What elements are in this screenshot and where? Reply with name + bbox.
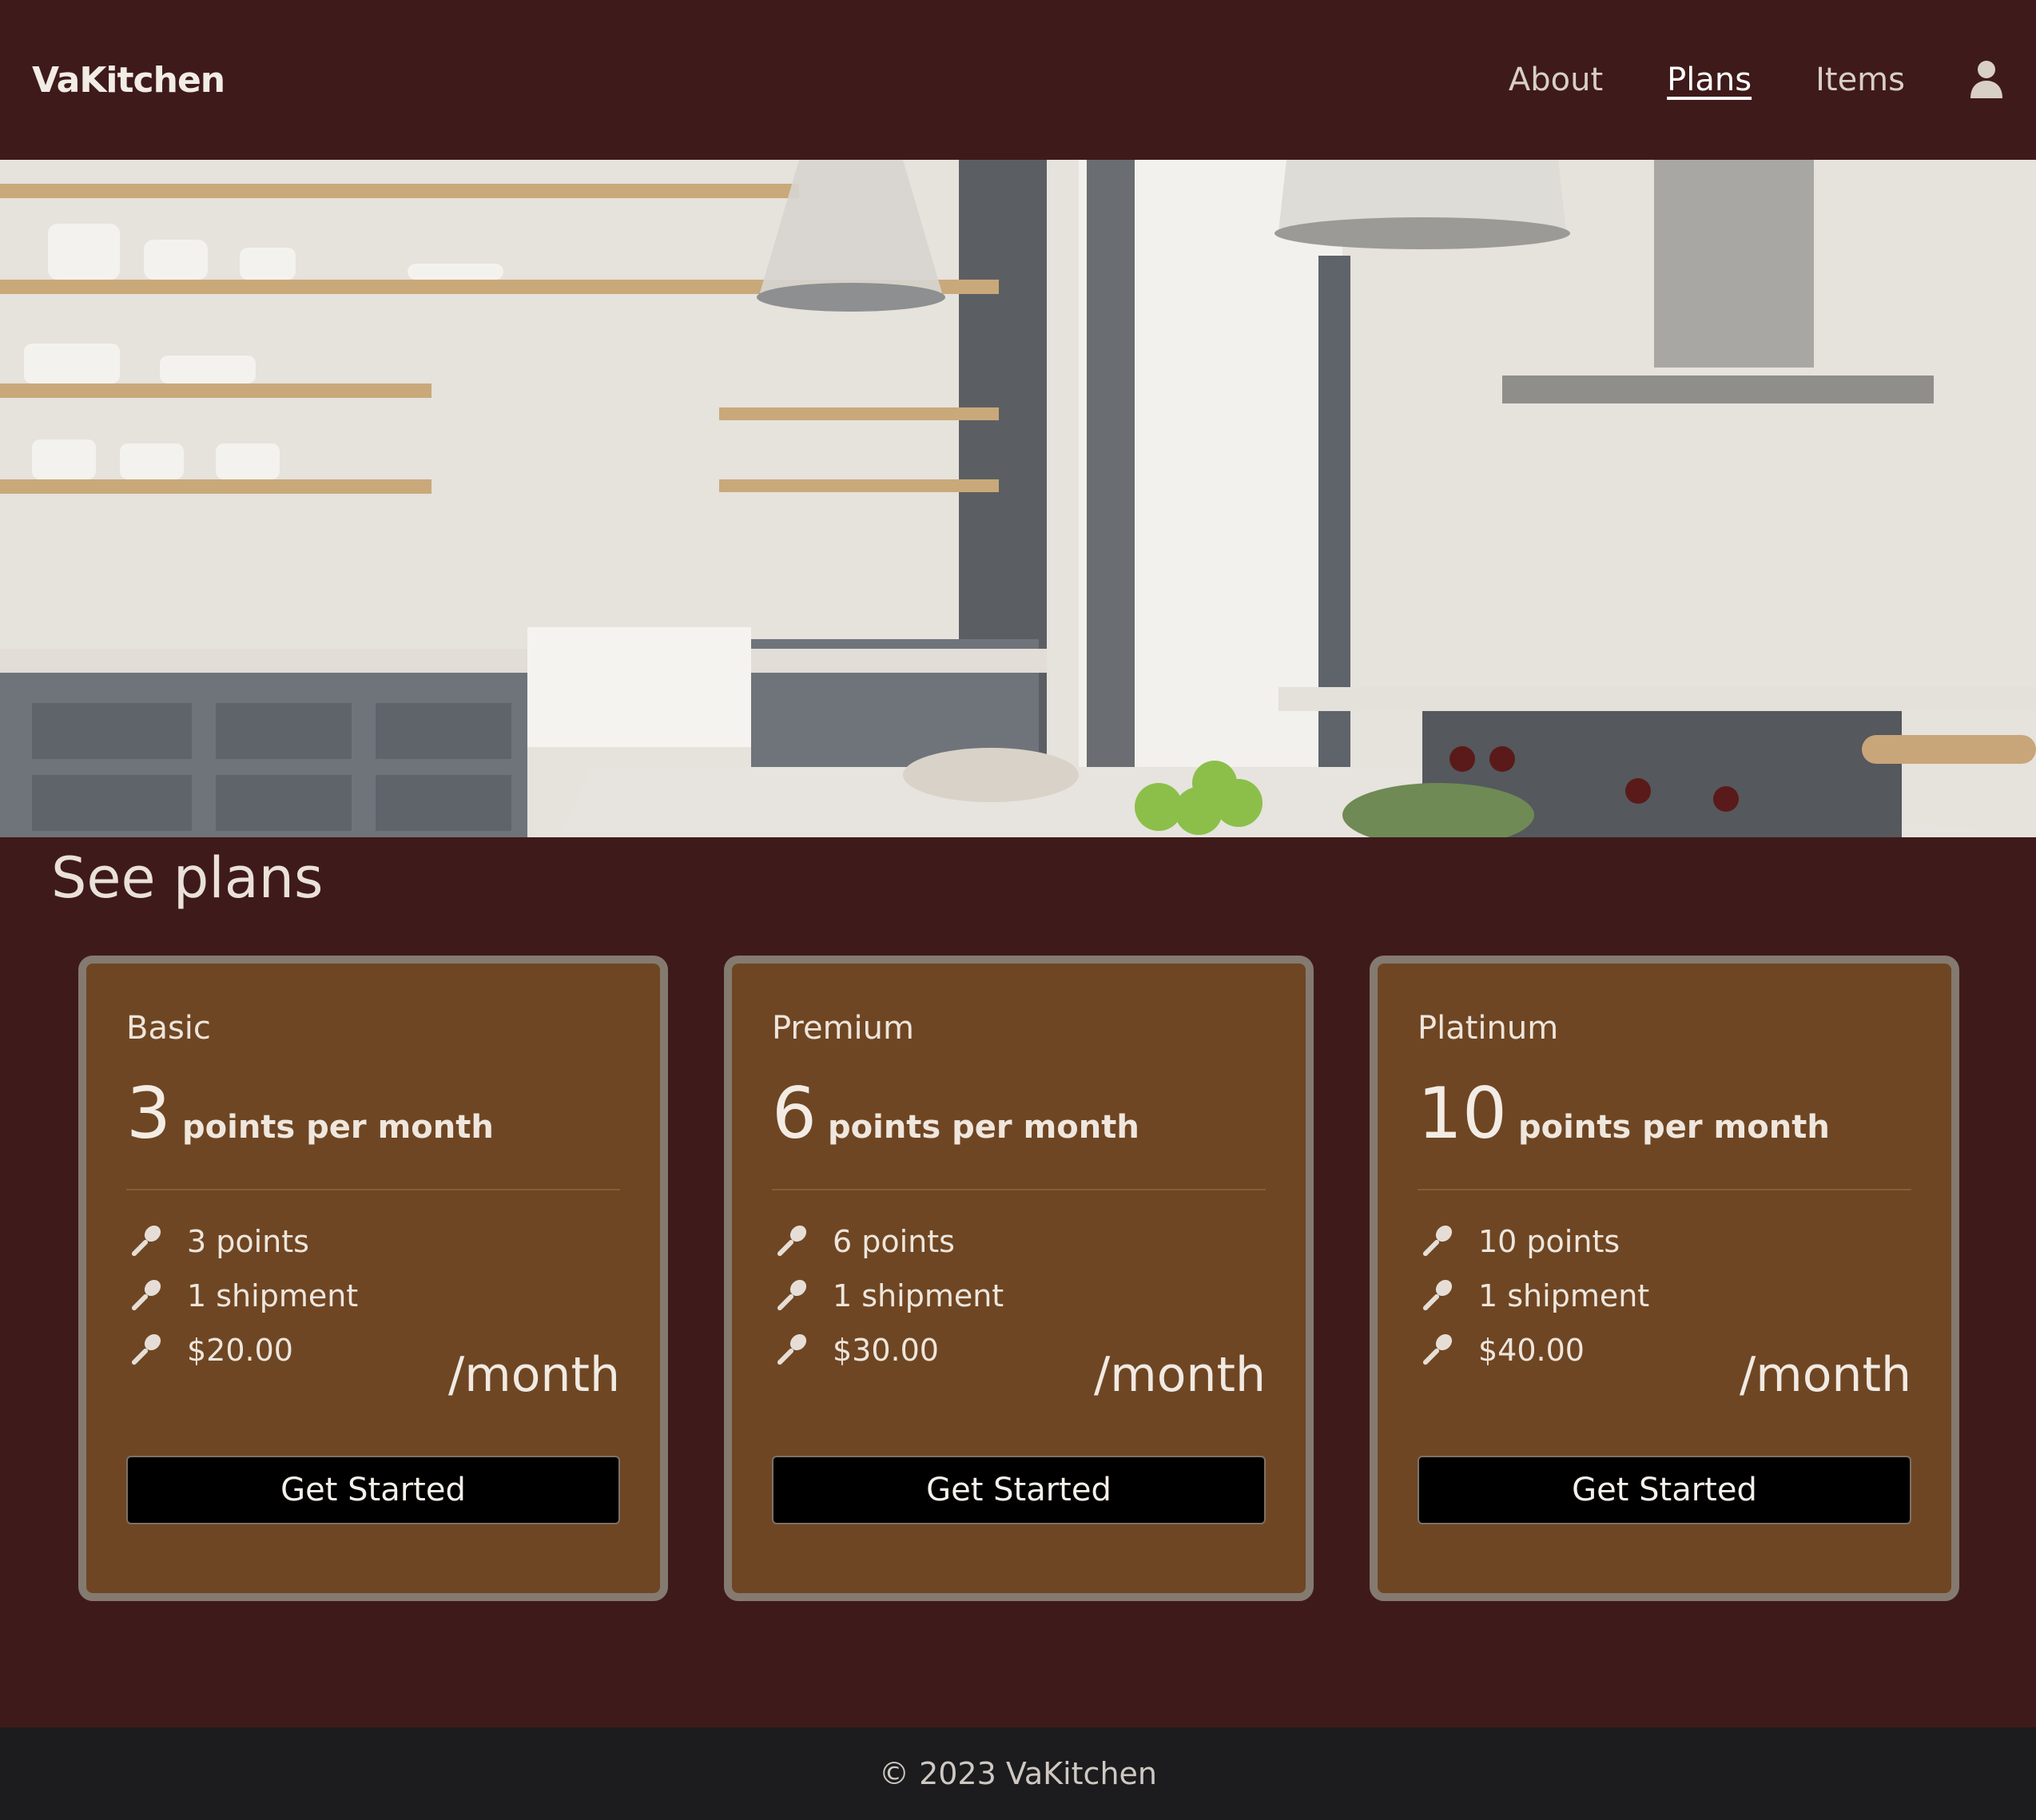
nav-plans-link[interactable]: Plans xyxy=(1667,62,1752,98)
spoon-icon xyxy=(131,1333,161,1365)
kitchen-photo xyxy=(0,160,2036,837)
brand-logo[interactable]: VaKitchen xyxy=(32,60,225,101)
feature-text: $40.00 xyxy=(1478,1333,1585,1368)
footer-copyright: © 2023 VaKitchen xyxy=(878,1756,1157,1791)
plan-card-premium: Premium 6 points per month 6 points 1 sh… xyxy=(724,956,1314,1601)
spoon-icon xyxy=(777,1333,807,1365)
feature-item: 10 points xyxy=(1418,1214,1911,1269)
feature-text: 1 shipment xyxy=(187,1278,359,1313)
points-line: 10 points per month xyxy=(1418,1079,1911,1149)
plan-name: Basic xyxy=(126,1010,211,1047)
nav-about-link[interactable]: About xyxy=(1509,62,1603,98)
plan-card-platinum: Platinum 10 points per month 10 points 1… xyxy=(1370,956,1959,1601)
plan-cards: Basic 3 points per month 3 points 1 ship… xyxy=(78,956,1959,1601)
spoon-icon xyxy=(131,1225,161,1257)
feature-text: $20.00 xyxy=(187,1333,293,1368)
points-unit: points per month xyxy=(1517,1109,1830,1146)
points-value: 10 xyxy=(1418,1072,1507,1154)
feature-item: 1 shipment xyxy=(126,1269,620,1323)
points-value: 6 xyxy=(772,1072,817,1154)
section-title: See plans xyxy=(51,845,324,911)
per-month-label: /month xyxy=(1094,1347,1266,1403)
spoon-icon xyxy=(1422,1333,1453,1365)
feature-text: 6 points xyxy=(833,1224,955,1259)
nav-items-link[interactable]: Items xyxy=(1815,62,1905,98)
plan-card-basic: Basic 3 points per month 3 points 1 ship… xyxy=(78,956,668,1601)
divider xyxy=(1418,1189,1911,1190)
spoon-icon xyxy=(777,1279,807,1311)
points-unit: points per month xyxy=(182,1109,494,1146)
per-month-label: /month xyxy=(448,1347,620,1403)
points-unit: points per month xyxy=(828,1109,1139,1146)
points-line: 6 points per month xyxy=(772,1079,1266,1149)
divider xyxy=(126,1189,620,1190)
plan-name: Platinum xyxy=(1418,1010,1559,1047)
user-icon[interactable] xyxy=(1969,60,2004,100)
per-month-label: /month xyxy=(1740,1347,1911,1403)
feature-item: 6 points xyxy=(772,1214,1266,1269)
spoon-icon xyxy=(777,1225,807,1257)
main-nav: About Plans Items xyxy=(1445,60,2004,100)
get-started-button-basic[interactable]: Get Started xyxy=(126,1456,620,1524)
feature-text: 10 points xyxy=(1478,1224,1620,1259)
hero-image xyxy=(0,160,2036,837)
feature-item: 1 shipment xyxy=(1418,1269,1911,1323)
divider xyxy=(772,1189,1266,1190)
feature-text: $30.00 xyxy=(833,1333,939,1368)
spoon-icon xyxy=(1422,1279,1453,1311)
navbar: VaKitchen About Plans Items xyxy=(0,0,2036,160)
feature-text: 1 shipment xyxy=(1478,1278,1650,1313)
feature-text: 1 shipment xyxy=(833,1278,1004,1313)
feature-text: 3 points xyxy=(187,1224,309,1259)
feature-item: 3 points xyxy=(126,1214,620,1269)
points-value: 3 xyxy=(126,1072,171,1154)
get-started-button-platinum[interactable]: Get Started xyxy=(1418,1456,1911,1524)
get-started-button-premium[interactable]: Get Started xyxy=(772,1456,1266,1524)
spoon-icon xyxy=(1422,1225,1453,1257)
footer: © 2023 VaKitchen xyxy=(0,1727,2036,1820)
plan-name: Premium xyxy=(772,1010,914,1047)
points-line: 3 points per month xyxy=(126,1079,620,1149)
spoon-icon xyxy=(131,1279,161,1311)
feature-item: 1 shipment xyxy=(772,1269,1266,1323)
